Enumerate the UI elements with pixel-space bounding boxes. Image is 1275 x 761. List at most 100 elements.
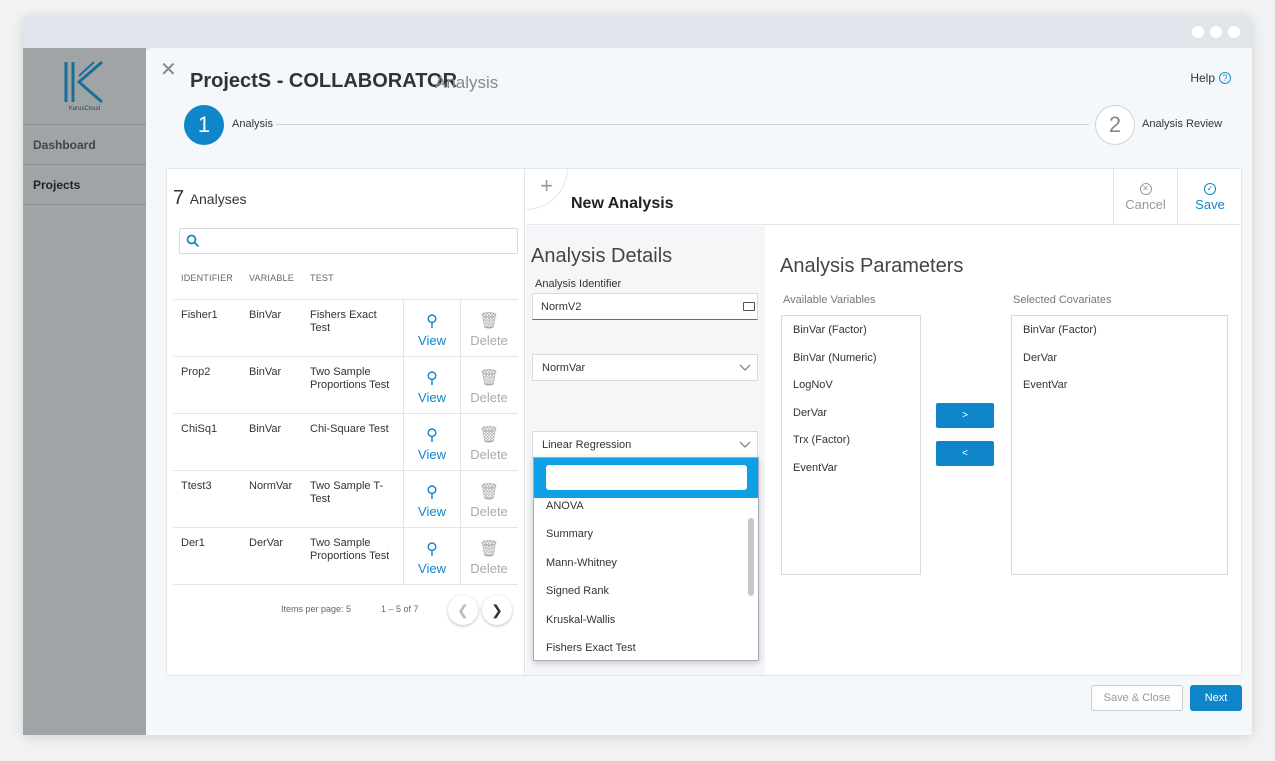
dropdown-search-bar — [534, 458, 758, 498]
delete-button[interactable]: 🗑 Delete — [460, 471, 517, 527]
delete-label: Delete — [470, 333, 508, 348]
remove-covariate-button[interactable]: < — [936, 441, 994, 466]
magnifier-icon: ⚲ — [426, 313, 438, 330]
help-link[interactable]: Help ? — [1190, 71, 1231, 85]
sidebar-item-dashboard[interactable]: Dashboard — [23, 125, 146, 165]
chevron-down-icon — [739, 441, 751, 448]
sidebar-item-projects[interactable]: Projects — [23, 165, 146, 205]
delete-button[interactable]: 🗑 Delete — [460, 300, 517, 356]
view-button[interactable]: ⚲ View — [403, 300, 460, 356]
test-select[interactable]: Linear Regression — [532, 431, 758, 458]
analyses-count-title: 7 Analyses — [173, 187, 247, 210]
trash-icon: 🗑 — [478, 427, 500, 444]
dropdown-option[interactable]: ANOVA — [534, 498, 758, 520]
add-covariate-button[interactable]: > — [936, 403, 994, 428]
stepper: 1 Analysis 2 Analysis Review — [184, 105, 1224, 145]
dropdown-option[interactable]: Mann-Whitney — [534, 549, 758, 578]
list-item[interactable]: BinVar (Numeric) — [782, 347, 920, 375]
column-header-variable[interactable]: VARIABLE — [249, 273, 294, 283]
next-button[interactable]: Next — [1190, 685, 1242, 711]
row-test: Two Sample T-Test — [310, 480, 384, 505]
dropdown-option[interactable]: Signed Rank — [534, 577, 758, 606]
page-range: 1 – 5 of 7 — [381, 604, 419, 614]
test-dropdown-menu: ANOVA Summary Mann-Whitney Signed Rank K… — [533, 457, 759, 661]
row-identifier: Prop2 — [181, 366, 211, 378]
row-actions: ⚲ View 🗑 Delete — [403, 414, 518, 470]
available-variables-label: Available Variables — [783, 294, 876, 306]
dropdown-option[interactable]: Fishers Exact Test — [534, 634, 758, 660]
step-1-label: Analysis — [232, 118, 273, 130]
list-item[interactable]: DerVar — [1012, 347, 1227, 375]
delete-button[interactable]: 🗑 Delete — [460, 528, 517, 584]
dropdown-option[interactable]: Summary — [534, 520, 758, 549]
available-variables-list[interactable]: BinVar (Factor) BinVar (Numeric) LogNoV … — [781, 315, 921, 575]
step-2-label: Analysis Review — [1142, 118, 1223, 130]
add-analysis-button[interactable]: + — [526, 168, 568, 210]
list-item[interactable]: EventVar — [782, 457, 920, 485]
dropdown-search-input[interactable] — [546, 465, 747, 490]
logo-text: KerusCloud — [68, 106, 101, 112]
items-per-page[interactable]: Items per page: 5 — [281, 604, 351, 614]
row-variable: BinVar — [249, 366, 282, 378]
save-label: Save — [1195, 196, 1225, 212]
page-subtitle: Analysis — [435, 73, 499, 92]
dropdown-option[interactable]: Kruskal-Wallis — [534, 606, 758, 635]
magnifier-icon: ⚲ — [426, 370, 438, 387]
list-item[interactable]: EventVar — [1012, 374, 1227, 402]
window-dot-1[interactable] — [1192, 26, 1204, 38]
row-variable: NormVar — [249, 480, 293, 492]
id-card-icon — [743, 302, 755, 311]
next-page-button[interactable]: ❯ — [482, 595, 512, 625]
list-item[interactable]: LogNoV — [782, 374, 920, 402]
list-item[interactable]: BinVar (Factor) — [782, 319, 920, 347]
page-title: ProjectS - COLLABORATOR — [190, 70, 458, 92]
column-header-test[interactable]: TEST — [310, 273, 334, 283]
window-dot-2[interactable] — [1210, 26, 1222, 38]
list-item[interactable]: BinVar (Factor) — [1012, 319, 1227, 347]
delete-label: Delete — [470, 447, 508, 462]
identifier-field[interactable]: NormV2 — [532, 293, 758, 320]
identifier-label: Analysis Identifier — [535, 278, 622, 290]
row-actions: ⚲ View 🗑 Delete — [403, 357, 518, 413]
delete-button[interactable]: 🗑 Delete — [460, 357, 517, 413]
step-2-indicator[interactable]: 2 — [1095, 105, 1135, 145]
trash-icon: 🗑 — [478, 484, 500, 501]
analysis-modal: ✕ ProjectS - COLLABORATOR Analysis Help … — [146, 48, 1252, 735]
variable-select[interactable]: NormVar — [532, 354, 758, 381]
chevron-right-icon: ❯ — [491, 601, 503, 618]
delete-button[interactable]: 🗑 Delete — [460, 414, 517, 470]
table-row: Fisher1 BinVar Fishers Exact Test ⚲ View… — [173, 300, 518, 357]
cancel-button[interactable]: ✕ Cancel — [1113, 169, 1177, 225]
row-variable: BinVar — [249, 309, 282, 321]
selected-covariates-label: Selected Covariates — [1013, 294, 1112, 306]
window-controls — [1192, 26, 1240, 38]
selected-covariates-list[interactable]: BinVar (Factor) DerVar EventVar — [1011, 315, 1228, 575]
list-item[interactable]: DerVar — [782, 402, 920, 430]
window-dot-3[interactable] — [1228, 26, 1240, 38]
view-button[interactable]: ⚲ View — [403, 528, 460, 584]
trash-icon: 🗑 — [478, 313, 500, 330]
save-button[interactable]: ✓ Save — [1177, 169, 1242, 225]
row-identifier: Ttest3 — [181, 480, 212, 492]
dropdown-scrollbar[interactable] — [748, 518, 754, 596]
list-item[interactable]: Trx (Factor) — [782, 429, 920, 457]
view-label: View — [418, 333, 446, 348]
analyses-count-label: Analyses — [189, 191, 247, 207]
view-button[interactable]: ⚲ View — [403, 471, 460, 527]
row-identifier: Fisher1 — [181, 309, 218, 321]
close-icon[interactable]: ✕ — [160, 57, 177, 82]
save-close-button[interactable]: Save & Close — [1091, 685, 1183, 711]
step-1-indicator[interactable]: 1 — [184, 105, 224, 145]
view-button[interactable]: ⚲ View — [403, 357, 460, 413]
search-input[interactable] — [179, 228, 518, 254]
row-actions: ⚲ View 🗑 Delete — [403, 528, 518, 584]
table-row: Prop2 BinVar Two Sample Proportions Test… — [173, 357, 518, 414]
row-test: Two Sample Proportions Test — [310, 366, 390, 391]
row-variable: BinVar — [249, 423, 282, 435]
help-label: Help — [1190, 71, 1215, 85]
row-actions: ⚲ View 🗑 Delete — [403, 471, 518, 527]
help-icon: ? — [1219, 72, 1231, 84]
prev-page-button[interactable]: ❮ — [448, 595, 478, 625]
column-header-identifier[interactable]: IDENTIFIER — [181, 273, 233, 283]
view-button[interactable]: ⚲ View — [403, 414, 460, 470]
